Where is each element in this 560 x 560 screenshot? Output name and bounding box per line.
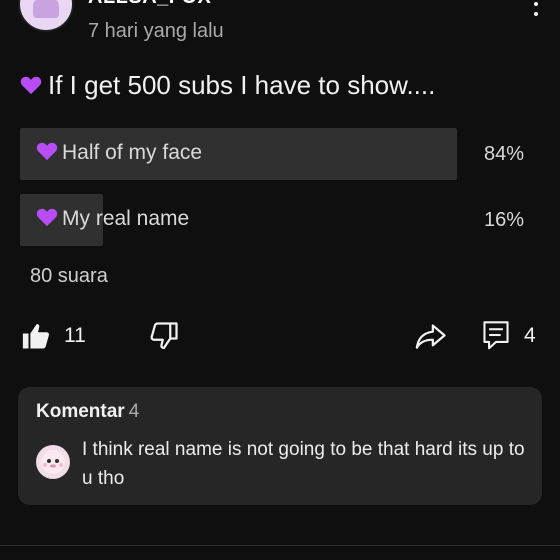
poll-option-percent: 84% xyxy=(483,143,524,165)
like-button[interactable] xyxy=(20,320,52,352)
top-comment-text: I think real name is not going to be tha… xyxy=(82,439,525,489)
divider xyxy=(0,545,560,546)
comments-section[interactable]: Komentar 4 I think real name is not going… xyxy=(18,387,542,505)
like-icon xyxy=(22,324,49,349)
channel-name[interactable]: ALLSA_FOX xyxy=(88,0,211,9)
dislike-icon xyxy=(150,322,178,350)
action-bar: 11 4 xyxy=(0,316,560,356)
purple-heart-icon xyxy=(36,142,58,161)
comment-icon xyxy=(483,321,509,350)
comments-header: Komentar 4 xyxy=(36,401,139,423)
poll-vote-count: 80 suara xyxy=(30,265,108,287)
comment-button[interactable] xyxy=(480,318,512,352)
post-title-text: If I get 500 subs I have to show.... xyxy=(48,70,436,100)
post-time: 7 hari yang lalu xyxy=(88,20,224,42)
comment-count: 4 xyxy=(524,324,536,347)
channel-avatar[interactable] xyxy=(18,0,74,32)
poll-option-label: My real name xyxy=(36,207,189,231)
share-button[interactable] xyxy=(414,320,448,352)
comments-count: 4 xyxy=(128,401,140,422)
poll-option-percent: 16% xyxy=(483,209,524,231)
poll-option-label: Half of my face xyxy=(36,141,202,165)
post-title: If I get 500 subs I have to show.... xyxy=(20,70,435,101)
poll-option[interactable]: Half of my face 84% xyxy=(20,128,540,180)
dislike-button[interactable] xyxy=(148,320,180,352)
poll-option-text: My real name xyxy=(62,207,190,230)
commenter-avatar[interactable] xyxy=(36,445,70,479)
poll-option[interactable]: My real name 16% xyxy=(20,194,540,246)
comments-title: Komentar xyxy=(36,401,125,422)
kebab-menu-icon[interactable] xyxy=(530,0,542,22)
purple-heart-icon xyxy=(20,76,42,95)
poll-option-text: Half of my face xyxy=(62,141,203,164)
avatar-icon xyxy=(41,450,65,474)
like-count: 11 xyxy=(64,324,86,347)
share-icon xyxy=(415,324,446,349)
purple-heart-icon xyxy=(36,208,58,227)
